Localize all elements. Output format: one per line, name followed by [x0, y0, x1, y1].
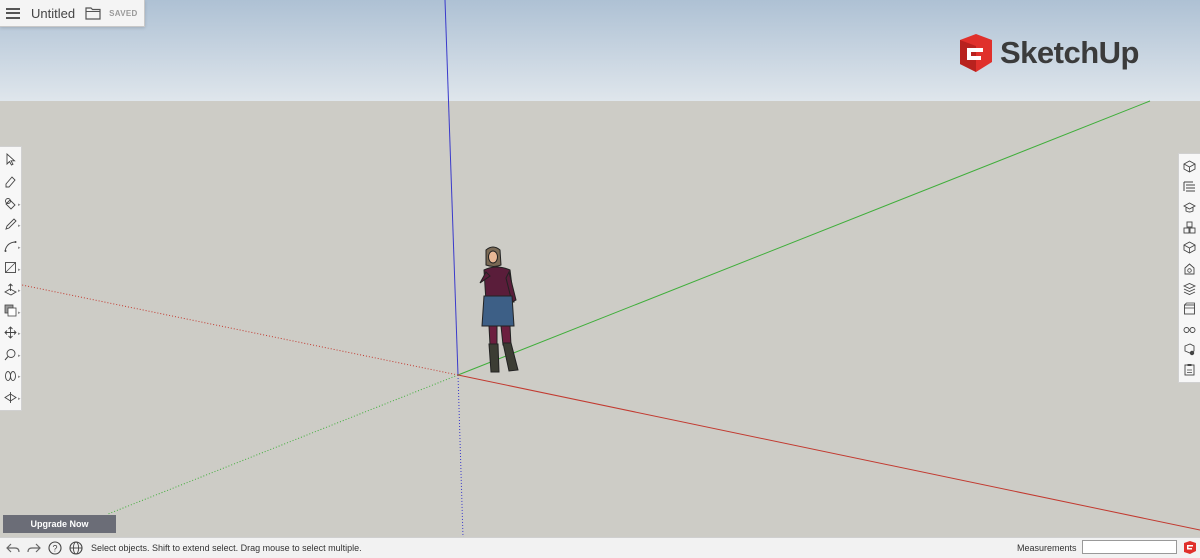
measurements-label: Measurements [1017, 543, 1077, 553]
help-icon[interactable]: ? [47, 540, 63, 556]
push-pull-tool-icon[interactable]: ▸ [2, 280, 21, 298]
blue-axis-positive [444, 0, 459, 376]
blue-axis-negative [457, 374, 464, 537]
arc-tool-icon[interactable]: ▸ [2, 237, 21, 255]
hamburger-menu-icon[interactable] [6, 7, 20, 19]
sketchup-logo-mark-icon [960, 33, 992, 72]
solid-inspector-icon[interactable] [1181, 341, 1199, 358]
paint-bucket-tool-icon[interactable]: ▸ [2, 194, 21, 212]
sketchup-logo: SketchUp [954, 30, 1149, 75]
file-panel: Untitled SAVED [0, 0, 145, 27]
brand-name: SketchUp [1000, 34, 1139, 70]
orbit-tool-icon[interactable]: ▸ [2, 367, 21, 385]
right-panels-toolbar [1178, 153, 1200, 383]
styles-icon[interactable] [1181, 260, 1199, 277]
measurements-input[interactable] [1082, 540, 1177, 554]
model-info-icon[interactable] [1181, 362, 1199, 379]
display-icon[interactable] [1181, 321, 1199, 338]
select-tool-icon[interactable] [2, 151, 20, 169]
redo-icon[interactable] [26, 540, 42, 556]
rectangle-tool-icon[interactable]: ▸ [2, 259, 21, 277]
upgrade-now-button[interactable]: Upgrade Now [3, 515, 116, 533]
instructor-icon[interactable] [1181, 199, 1199, 216]
green-axis-negative [107, 374, 459, 515]
left-toolbar: ▸ ▸ ▸ ▸ ▸ ▸ ▸ ▸ ▸ ▸ [0, 146, 22, 411]
section-plane-tool-icon[interactable]: ▸ [2, 388, 21, 406]
red-axis-negative [21, 284, 459, 376]
folder-icon[interactable] [85, 6, 101, 20]
svg-text:?: ? [52, 544, 57, 554]
materials-icon[interactable] [1181, 239, 1199, 256]
eraser-tool-icon[interactable] [2, 173, 20, 191]
tape-measure-tool-icon[interactable]: ▸ [2, 345, 21, 363]
move-tool-icon[interactable]: ▸ [2, 324, 21, 342]
layers-icon[interactable] [1181, 280, 1199, 297]
scenes-icon[interactable] [1181, 301, 1199, 318]
pencil-tool-icon[interactable]: ▸ [2, 216, 21, 234]
viewport[interactable] [0, 0, 1200, 537]
sketchup-small-logo-icon[interactable] [1182, 540, 1197, 555]
save-status: SAVED [109, 8, 138, 18]
entity-info-icon[interactable] [1181, 158, 1199, 175]
red-axis-positive [457, 374, 1200, 531]
globe-icon[interactable] [68, 540, 84, 556]
person-figure[interactable] [479, 246, 519, 373]
status-bar: ? Select objects. Shift to extend select… [0, 537, 1200, 558]
status-hint: Select objects. Shift to extend select. … [91, 543, 362, 553]
components-icon[interactable] [1181, 219, 1199, 236]
green-axis-positive [457, 100, 1151, 376]
outliner-icon[interactable] [1181, 178, 1199, 195]
file-title[interactable]: Untitled [31, 6, 75, 21]
offset-tool-icon[interactable]: ▸ [2, 302, 21, 320]
undo-icon[interactable] [5, 540, 21, 556]
